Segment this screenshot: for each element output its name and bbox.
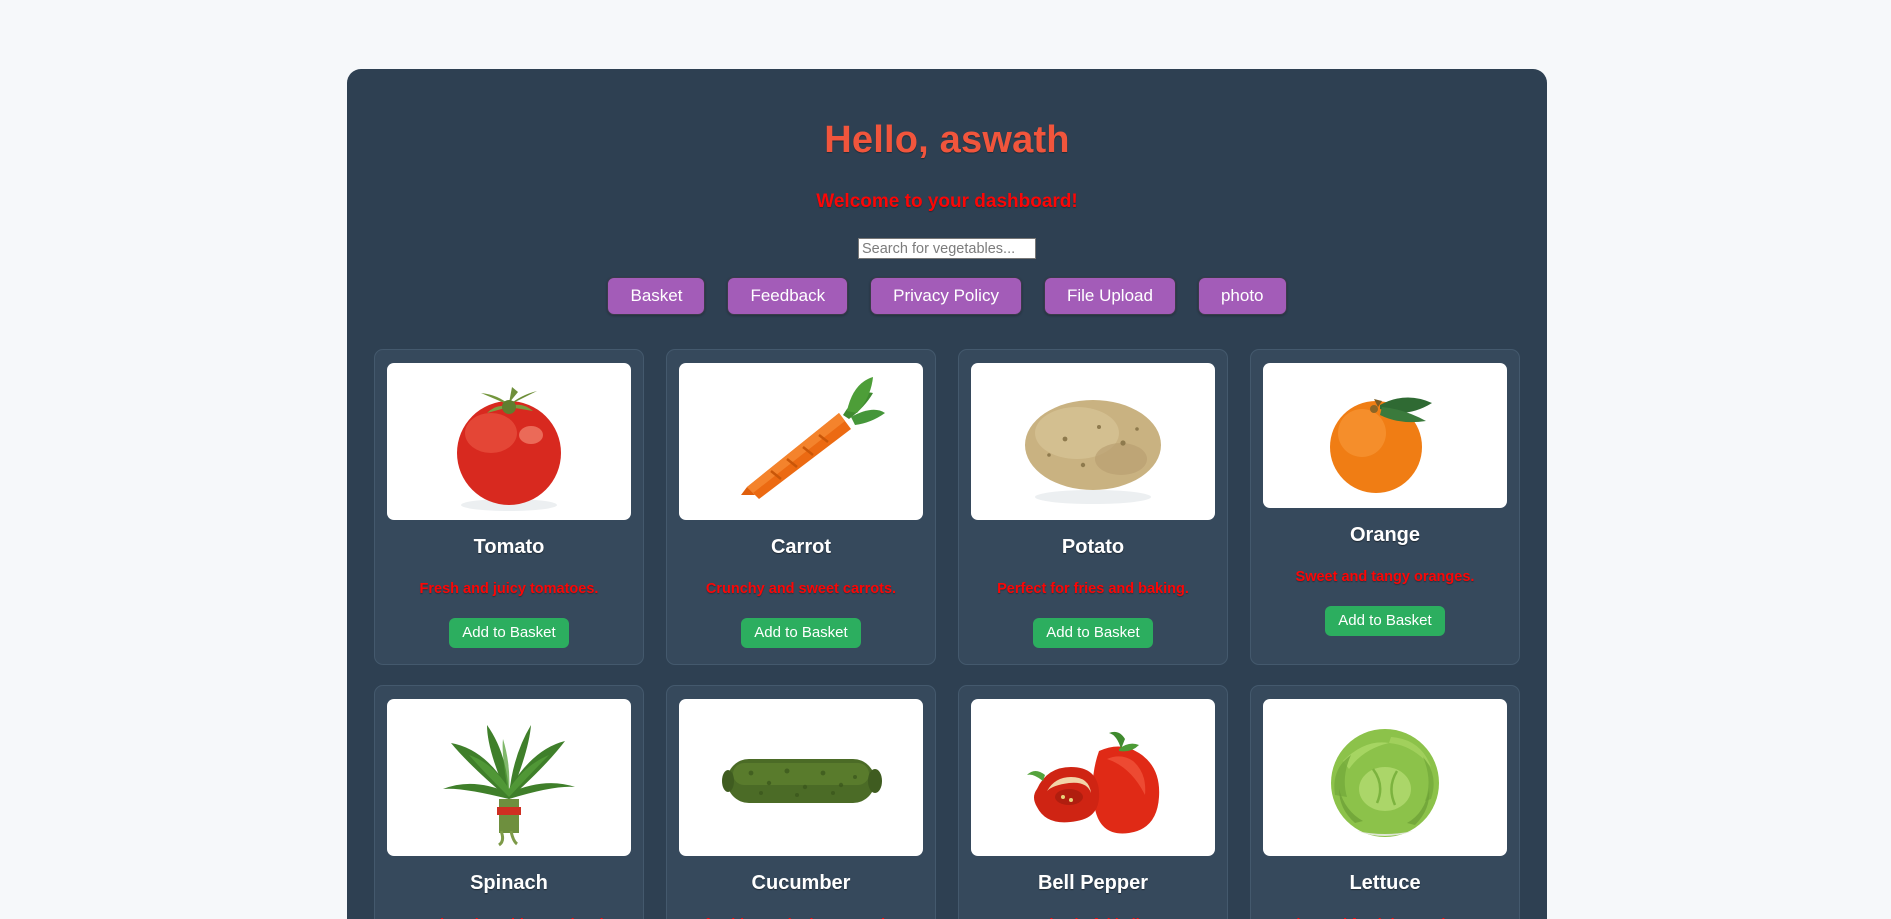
lettuce-image (1263, 699, 1507, 857)
product-name: Spinach (470, 872, 548, 895)
product-card: Potato Perfect for fries and baking. Add… (958, 349, 1228, 666)
product-name: Carrot (770, 536, 831, 559)
product-name: Orange (1349, 524, 1421, 547)
dashboard-container: Hello, aswath Welcome to your dashboard!… (347, 69, 1547, 919)
nav-button-file-upload[interactable]: File Upload (1043, 277, 1176, 316)
product-card[interactable]: Bell Pepper Sweet and colorful bell pepp… (958, 685, 1228, 919)
product-description: Crunchy and sweet carrots. (705, 581, 897, 598)
product-description: Sweet and tangy oranges. (1295, 569, 1475, 586)
product-name: Bell Pepper (1037, 872, 1149, 895)
product-name: Tomato (473, 536, 545, 559)
search-row (371, 238, 1523, 259)
add-to-basket-button[interactable]: Add to Basket (449, 618, 569, 649)
product-description: Perfect for fries and baking. (997, 581, 1189, 598)
product-description: Fresh and juicy tomatoes. (419, 581, 599, 598)
add-to-basket-button[interactable]: Add to Basket (741, 618, 861, 649)
product-card[interactable]: Lettuce Crisp and fresh lettuce leaves. … (1250, 685, 1520, 919)
bell-pepper-image (971, 699, 1215, 857)
product-card[interactable]: Tomato Fresh and juicy tomatoes. Add to … (374, 349, 644, 666)
product-card[interactable]: Spinach Fresh and nutritious spinach lea… (374, 685, 644, 919)
orange-image (1263, 363, 1507, 509)
product-name: Potato (1061, 536, 1125, 559)
product-name: Lettuce (1349, 872, 1421, 895)
nav-button-feedback[interactable]: Feedback (727, 277, 849, 316)
nav-button-photo[interactable]: photo (1197, 277, 1287, 316)
nav-button-row: Basket Feedback Privacy Policy File Uplo… (371, 277, 1523, 316)
product-card[interactable]: Cucumber Refreshing and crisp cucumbers.… (666, 685, 936, 919)
carrot-image (679, 363, 923, 521)
product-name: Cucumber (751, 872, 851, 895)
page-title: Hello, aswath (824, 119, 1070, 161)
potato-image (971, 363, 1215, 521)
product-card[interactable]: Orange Sweet and tangy oranges. Add to B… (1250, 349, 1520, 666)
nav-button-privacy-policy[interactable]: Privacy Policy (870, 277, 1022, 316)
product-card[interactable]: Carrot Crunchy and sweet carrots. Add to… (666, 349, 936, 666)
cucumber-image (679, 699, 923, 857)
add-to-basket-button[interactable]: Add to Basket (1325, 606, 1445, 637)
nav-button-basket[interactable]: Basket (607, 277, 706, 316)
search-input[interactable] (858, 238, 1036, 259)
product-grid: Tomato Fresh and juicy tomatoes. Add to … (371, 349, 1523, 919)
spinach-image (387, 699, 631, 857)
page-root: Hello, aswath Welcome to your dashboard!… (0, 0, 1891, 919)
welcome-subtitle: Welcome to your dashboard! (816, 191, 1078, 212)
tomato-image (387, 363, 631, 521)
add-to-basket-button[interactable]: Add to Basket (1033, 618, 1153, 649)
